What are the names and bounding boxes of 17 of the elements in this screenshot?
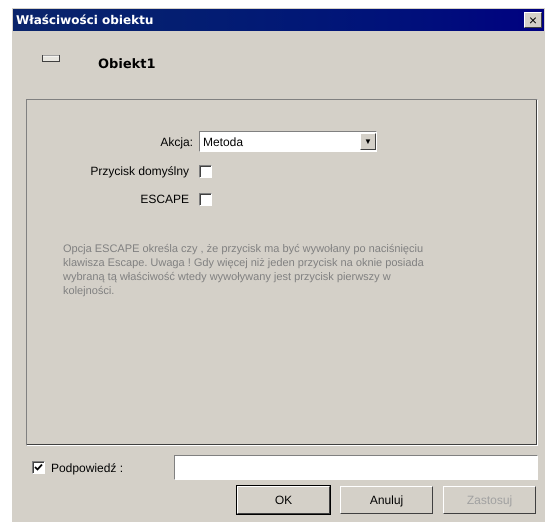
hint-field[interactable] <box>174 455 538 480</box>
description-text: Opcja ESCAPE określa czy , że przycisk ma być wywołany po naciśnięciu klawisza Escape. Uwaga ! Gdy więcej niż jeden przycisk na oknie posiada wybraną tą właściwość wtedy wywoływany jest przycisk pierwszy w kolejności. <box>63 242 425 298</box>
hint-label: Podpowiedź : <box>51 460 124 476</box>
dialog-button[interactable]: Anuluj <box>339 485 434 515</box>
action-dropdown[interactable]: Metoda ▼ <box>199 131 377 152</box>
dialog-button[interactable]: OK <box>236 485 331 515</box>
hint-checkbox[interactable] <box>32 461 45 474</box>
object-name: Obiekt1 <box>98 56 156 74</box>
button-icon <box>42 54 60 62</box>
option-checkbox[interactable] <box>199 192 212 206</box>
action-label: Akcja: <box>159 134 194 150</box>
close-button[interactable]: × <box>524 12 542 28</box>
option-checkbox[interactable] <box>199 164 212 178</box>
option-label: ESCAPE <box>139 191 190 208</box>
option-label: Przycisk domyślny <box>89 163 190 180</box>
window-title: Właściwości obiektu <box>16 12 154 29</box>
checkmark-icon <box>34 463 43 472</box>
